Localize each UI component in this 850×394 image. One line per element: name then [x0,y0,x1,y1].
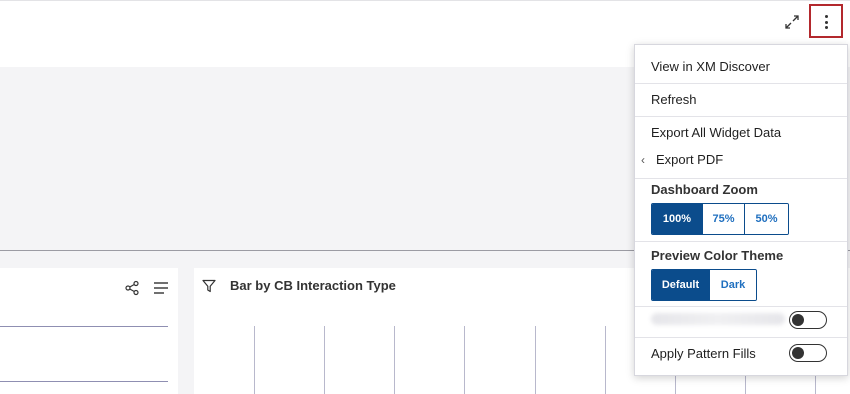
menu-item-export-all[interactable]: Export All Widget Data [651,125,781,140]
theme-selector: Default Dark [651,269,757,301]
zoom-heading: Dashboard Zoom [651,182,758,197]
pattern-fills-label: Apply Pattern Fills [651,346,756,361]
menu-divider [635,178,847,179]
grid-line [254,326,255,394]
vertical-dots-icon [825,15,828,18]
share-icon[interactable] [124,280,140,296]
menu-divider [635,306,847,307]
widget-title: Bar by CB Interaction Type [230,278,396,293]
menu-divider [635,241,847,242]
grid-line [464,326,465,394]
blurred-option-label [651,313,785,325]
grid-line [535,326,536,394]
pattern-fills-toggle[interactable] [789,344,827,362]
menu-divider [635,337,847,338]
grid-line [605,326,606,394]
grid-line [324,326,325,394]
more-options-button[interactable] [809,4,843,38]
chevron-left-icon: ‹ [641,153,645,167]
zoom-75-button[interactable]: 75% [702,204,744,234]
zoom-selector: 100% 75% 50% [651,203,789,235]
menu-item-export-pdf[interactable]: Export PDF [656,152,723,167]
top-divider [0,0,850,1]
grid-line [0,326,168,327]
options-dropdown: View in XM Discover Refresh Export All W… [634,44,848,376]
menu-lines-icon[interactable] [153,280,169,296]
vertical-dots-icon [825,26,828,29]
menu-item-view-in-xm-discover[interactable]: View in XM Discover [651,59,770,74]
blurred-option-toggle[interactable] [789,311,827,329]
toggle-knob [792,347,804,359]
menu-divider [635,83,847,84]
grid-line [394,326,395,394]
menu-divider [635,116,847,117]
zoom-50-button[interactable]: 50% [744,204,788,234]
left-widget [0,268,178,394]
theme-dark-button[interactable]: Dark [709,270,756,300]
theme-heading: Preview Color Theme [651,248,784,263]
filter-funnel-icon[interactable] [202,279,216,293]
expand-arrows-icon[interactable] [783,13,801,31]
zoom-100-button[interactable]: 100% [652,204,702,234]
grid-line [0,381,168,382]
vertical-dots-icon [825,20,828,24]
menu-item-refresh[interactable]: Refresh [651,92,697,107]
theme-default-button[interactable]: Default [652,270,709,300]
toggle-knob [792,314,804,326]
